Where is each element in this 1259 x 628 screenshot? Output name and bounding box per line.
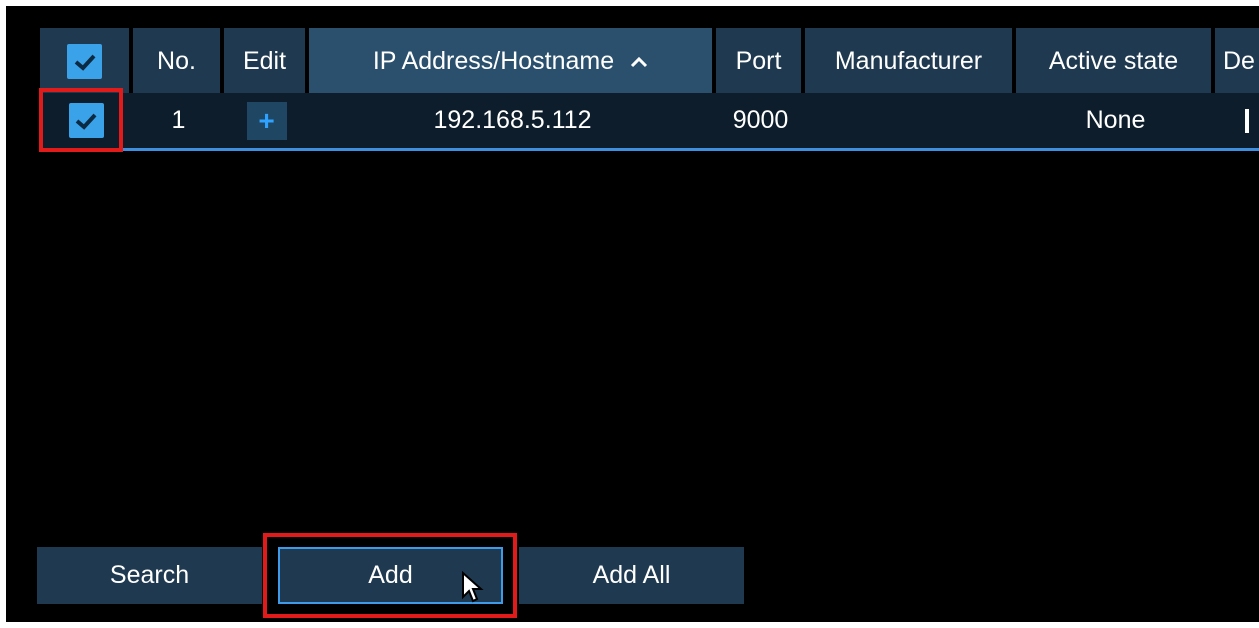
header-manufacturer[interactable]: Manufacturer bbox=[805, 28, 1016, 95]
row-truncated-cell bbox=[1215, 93, 1259, 148]
ip-camera-add-panel: No. Edit IP Address/Hostname Port Manufa… bbox=[6, 6, 1259, 622]
add-button-highlight-box bbox=[263, 533, 517, 618]
row-ip-address: 192.168.5.112 bbox=[433, 106, 592, 134]
row-edit-cell[interactable]: + bbox=[224, 93, 309, 148]
chevron-up-icon bbox=[631, 56, 648, 67]
checkbox-highlight-box bbox=[39, 88, 123, 152]
header-edit[interactable]: Edit bbox=[224, 28, 309, 95]
truncated-text-fragment bbox=[1245, 108, 1249, 133]
header-no[interactable]: No. bbox=[133, 28, 224, 95]
checkmark-icon bbox=[74, 54, 95, 71]
row-port: 9000 bbox=[732, 106, 789, 134]
header-ip-address[interactable]: IP Address/Hostname bbox=[309, 28, 716, 95]
select-all-cell[interactable] bbox=[40, 28, 133, 95]
row-active-state: None bbox=[1085, 106, 1146, 134]
search-button[interactable]: Search bbox=[37, 547, 262, 604]
header-port[interactable]: Port bbox=[716, 28, 805, 95]
select-all-checkbox[interactable] bbox=[67, 44, 102, 79]
edit-plus-button[interactable]: + bbox=[246, 101, 287, 140]
table-row[interactable]: 1 + 192.168.5.112 9000 None bbox=[39, 93, 1259, 151]
row-manufacturer bbox=[805, 93, 1016, 148]
add-all-button[interactable]: Add All bbox=[519, 547, 744, 604]
row-no: 1 bbox=[171, 106, 186, 134]
header-active-state[interactable]: Active state bbox=[1016, 28, 1215, 95]
header-ip-label: IP Address/Hostname bbox=[372, 47, 615, 75]
header-truncated[interactable]: De bbox=[1215, 28, 1259, 95]
table-header: No. Edit IP Address/Hostname Port Manufa… bbox=[40, 28, 1259, 95]
